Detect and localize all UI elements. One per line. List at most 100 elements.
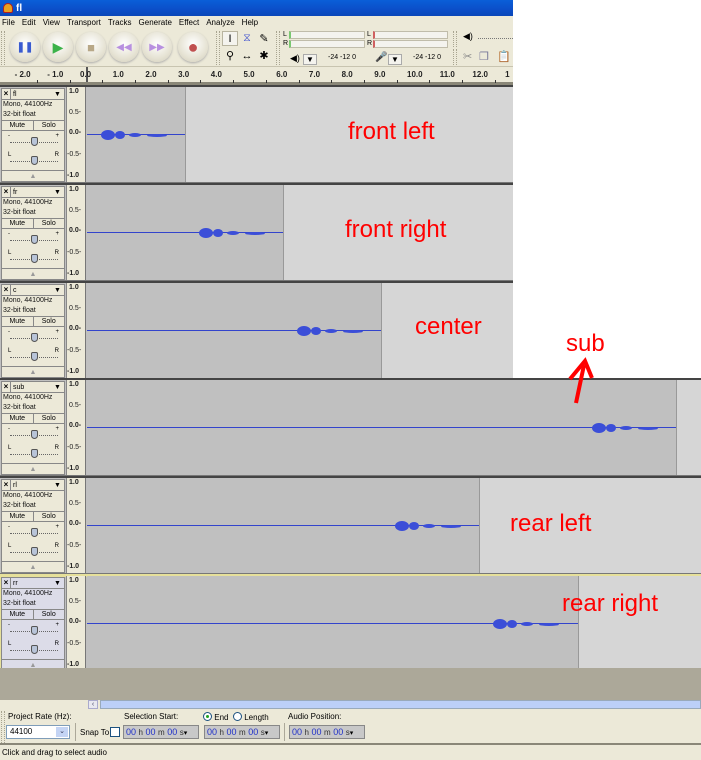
waveform-clip[interactable]: [87, 478, 480, 573]
empty-track-region[interactable]: [675, 380, 701, 475]
solo-button[interactable]: Solo: [34, 317, 65, 326]
menu-tracks[interactable]: Tracks: [108, 18, 132, 27]
gain-knob[interactable]: [31, 333, 38, 342]
output-volume-slider[interactable]: [478, 38, 513, 39]
mixer-grip[interactable]: [453, 31, 457, 47]
track-menu-arrow-icon[interactable]: ▼: [54, 287, 64, 294]
track-name-button[interactable]: fr: [11, 189, 54, 196]
gain-slider[interactable]: - +: [2, 131, 64, 150]
track-name-button[interactable]: fl: [11, 91, 54, 98]
solo-button[interactable]: Solo: [34, 610, 65, 619]
close-icon[interactable]: ×: [2, 89, 11, 99]
pan-knob[interactable]: [31, 254, 38, 263]
menu-view[interactable]: View: [43, 18, 60, 27]
length-radio-option[interactable]: Length: [233, 712, 269, 722]
paste-icon[interactable]: 📋: [497, 50, 511, 63]
menu-effect[interactable]: Effect: [179, 18, 199, 27]
collapse-track-button[interactable]: ▲: [2, 561, 64, 572]
scroll-left-button[interactable]: ‹: [88, 700, 98, 709]
menu-transport[interactable]: Transport: [67, 18, 101, 27]
menu-help[interactable]: Help: [242, 18, 258, 27]
timeline-ruler[interactable]: - 2.0 - 1.0 0.0 1.0 2.0 3.0 4.0 5.0 6.0 7.0 8.0 9.0…: [0, 67, 513, 85]
close-icon[interactable]: ×: [2, 285, 11, 295]
pan-knob[interactable]: [31, 352, 38, 361]
scroll-thumb[interactable]: [100, 700, 701, 709]
timeshift-tool-button[interactable]: ↔: [239, 48, 255, 63]
chevron-down-icon[interactable]: ⌄: [56, 727, 68, 737]
gain-slider[interactable]: - +: [2, 522, 64, 541]
collapse-track-button[interactable]: ▲: [2, 463, 64, 474]
snap-to-checkbox[interactable]: [110, 727, 120, 737]
solo-button[interactable]: Solo: [34, 512, 65, 521]
mute-button[interactable]: Mute: [2, 219, 34, 228]
track-menu-arrow-icon[interactable]: ▼: [54, 189, 64, 196]
waveform-clip[interactable]: [87, 576, 578, 671]
mute-button[interactable]: Mute: [2, 317, 34, 326]
play-button[interactable]: ▶: [43, 32, 73, 62]
solo-button[interactable]: Solo: [34, 121, 65, 130]
solo-button[interactable]: Solo: [34, 219, 65, 228]
gain-knob[interactable]: [31, 626, 38, 635]
mute-button[interactable]: Mute: [2, 610, 34, 619]
pan-slider[interactable]: L R: [2, 346, 64, 365]
envelope-tool-button[interactable]: ⧖: [239, 31, 255, 46]
close-icon[interactable]: ×: [2, 187, 11, 197]
format-dropdown-icon[interactable]: ▾: [350, 728, 356, 740]
solo-button[interactable]: Solo: [34, 414, 65, 423]
gain-slider[interactable]: - +: [2, 424, 64, 443]
pan-knob[interactable]: [31, 547, 38, 556]
selection-end-time[interactable]: 00 h 00 m 00 s▾: [204, 725, 280, 739]
collapse-track-button[interactable]: ▲: [2, 268, 64, 279]
audio-position-time[interactable]: 00 h 00 m 00 s▾: [289, 725, 365, 739]
menu-file[interactable]: File: [2, 18, 15, 27]
selection-bar-grip[interactable]: [1, 711, 5, 743]
pan-slider[interactable]: L R: [2, 639, 64, 658]
track-menu-arrow-icon[interactable]: ▼: [54, 384, 64, 391]
track-name-button[interactable]: rl: [11, 482, 54, 489]
track-rr[interactable]: × rr ▼ Mono, 44100Hz 32-bit float Mute S…: [0, 574, 701, 672]
pan-knob[interactable]: [31, 645, 38, 654]
mute-button[interactable]: Mute: [2, 121, 34, 130]
track-name-button[interactable]: c: [11, 287, 54, 294]
copy-icon[interactable]: ❐: [479, 50, 489, 63]
format-dropdown-icon[interactable]: ▾: [184, 728, 190, 740]
gain-knob[interactable]: [31, 430, 38, 439]
pan-slider[interactable]: L R: [2, 541, 64, 560]
record-meter-dropdown[interactable]: ▼: [388, 54, 402, 65]
draw-tool-button[interactable]: ✎: [256, 31, 272, 46]
pan-knob[interactable]: [31, 449, 38, 458]
gain-knob[interactable]: [31, 528, 38, 537]
track-name-button[interactable]: sub: [11, 384, 54, 391]
zoom-tool-button[interactable]: ⚲: [222, 48, 238, 63]
waveform-clip[interactable]: [87, 185, 284, 280]
project-rate-select[interactable]: 44100 ⌄: [6, 725, 70, 739]
track-rl[interactable]: × rl ▼ Mono, 44100Hz 32-bit float Mute S…: [0, 476, 701, 574]
end-radio[interactable]: [203, 712, 212, 721]
length-radio[interactable]: [233, 712, 242, 721]
play-meter-dropdown[interactable]: ▼: [303, 54, 317, 65]
pan-slider[interactable]: L R: [2, 150, 64, 169]
selection-tool-button[interactable]: I: [222, 31, 238, 46]
track-fl[interactable]: × fl ▼ Mono, 44100Hz 32-bit float Mute S…: [0, 85, 513, 183]
gain-knob[interactable]: [31, 235, 38, 244]
gain-knob[interactable]: [31, 137, 38, 146]
pan-slider[interactable]: L R: [2, 248, 64, 267]
close-icon[interactable]: ×: [2, 578, 11, 588]
track-menu-arrow-icon[interactable]: ▼: [54, 580, 64, 587]
stop-button[interactable]: ■: [76, 32, 106, 62]
skip-to-start-button[interactable]: ◀◀: [109, 32, 139, 62]
waveform-clip[interactable]: [87, 87, 186, 182]
pan-slider[interactable]: L R: [2, 443, 64, 462]
track-name-button[interactable]: rr: [11, 580, 54, 587]
meter-grip[interactable]: [276, 31, 280, 65]
collapse-track-button[interactable]: ▲: [2, 366, 64, 377]
edit-grip[interactable]: [453, 49, 457, 65]
track-menu-arrow-icon[interactable]: ▼: [54, 482, 64, 489]
close-icon[interactable]: ×: [2, 480, 11, 490]
end-radio-option[interactable]: End: [203, 712, 228, 722]
collapse-track-button[interactable]: ▲: [2, 170, 64, 181]
gain-slider[interactable]: - +: [2, 620, 64, 639]
format-dropdown-icon[interactable]: ▾: [265, 728, 271, 740]
mute-button[interactable]: Mute: [2, 414, 34, 423]
gain-slider[interactable]: - +: [2, 229, 64, 248]
